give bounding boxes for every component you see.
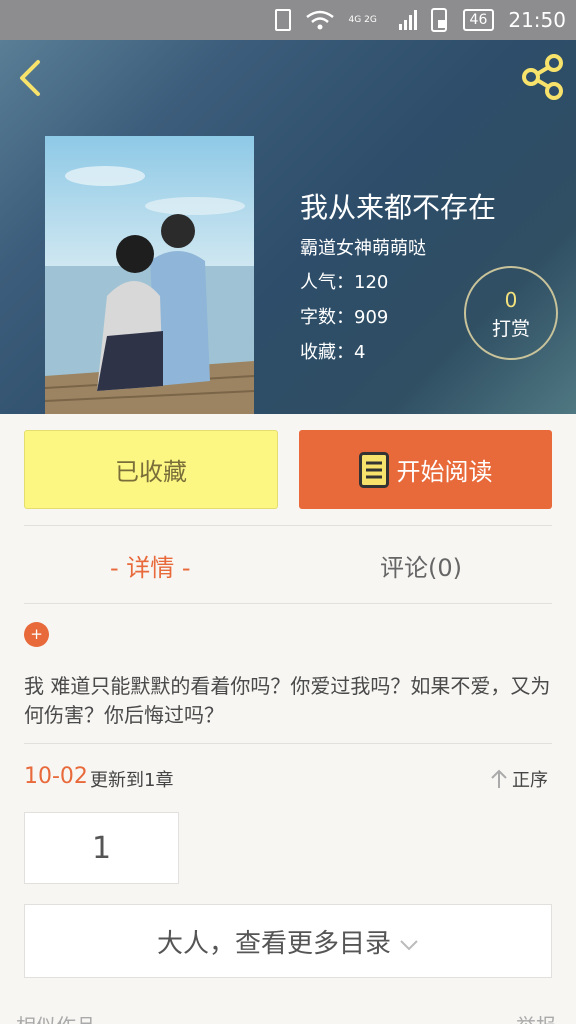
more-catalog-button[interactable]: 大人，查看更多目录 xyxy=(24,904,552,978)
divider xyxy=(24,525,552,526)
divider xyxy=(24,743,552,744)
sort-order-label: 正序 xyxy=(512,770,548,791)
book-header: 我从来都不存在 霸道女神萌萌哒 人气：120 字数：909 收藏：4 0 打赏 xyxy=(0,40,576,414)
favorites-stat: 收藏：4 xyxy=(300,342,366,363)
start-reading-label: 开始阅读 xyxy=(396,458,493,486)
back-icon xyxy=(20,60,40,96)
book-author[interactable]: 霸道女神萌萌哒 xyxy=(300,234,426,260)
popularity-stat: 人气：120 xyxy=(300,272,389,293)
start-reading-button[interactable]: 开始阅读 xyxy=(299,430,552,509)
collected-label: 已收藏 xyxy=(115,458,187,486)
plus-icon[interactable]: + xyxy=(24,622,49,647)
report-link[interactable]: 举报 xyxy=(516,1010,556,1024)
divider xyxy=(24,603,552,604)
tip-label: 打赏 xyxy=(491,318,530,340)
back-button[interactable] xyxy=(12,58,52,98)
more-catalog-label: 大人，查看更多目录 xyxy=(156,928,391,959)
update-date: 10-02 xyxy=(24,764,88,789)
sim-card-icon xyxy=(274,9,291,31)
collected-button[interactable]: 已收藏 xyxy=(24,430,278,509)
book-detail-screen: 4G 2G 46 21:50 我从来都不存在 霸道女神萌萌哒 人气：120 字数… xyxy=(0,0,576,1024)
clock: 21:50 xyxy=(508,8,566,32)
network-signal-indicator: 4G 2G xyxy=(348,14,377,25)
book-title: 我从来都不存在 xyxy=(300,191,497,224)
phone-lock-icon xyxy=(430,8,449,32)
chevron-down-icon xyxy=(400,940,418,951)
battery-indicator: 46 xyxy=(462,9,495,31)
share-icon xyxy=(522,54,563,100)
tab-comments[interactable]: 评论(0) xyxy=(380,548,462,583)
status-bar: 4G 2G 46 21:50 xyxy=(0,0,576,40)
arrow-up-icon xyxy=(491,769,507,788)
book-cover-image[interactable] xyxy=(45,136,254,414)
similar-works-heading: 相似作品 xyxy=(16,1010,96,1024)
update-text: 更新到1章 xyxy=(90,770,174,791)
chapter-item[interactable]: 1 xyxy=(24,812,179,884)
tab-detail[interactable]: - 详情 - xyxy=(110,548,191,583)
sort-order-button[interactable]: 正序 xyxy=(490,766,548,792)
wifi-icon xyxy=(305,9,335,31)
signal-bars-icon xyxy=(398,10,417,30)
word-count-stat: 字数：909 xyxy=(300,307,389,328)
book-description: 我 难道只能默默的看着你吗？你爱过我吗？如果不爱，又为何伤害？你后悔过吗？ xyxy=(24,674,551,727)
tip-count: 0 xyxy=(504,288,518,312)
share-button[interactable] xyxy=(520,54,566,100)
book-icon xyxy=(358,451,389,488)
tip-button[interactable]: 0 打赏 xyxy=(464,266,558,360)
